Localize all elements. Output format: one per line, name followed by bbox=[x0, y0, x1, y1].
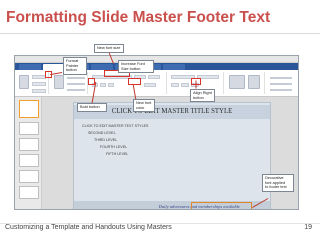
layout-thumbnail[interactable] bbox=[19, 186, 39, 199]
window-title-bar bbox=[15, 56, 298, 63]
callout-new-font-color: New font color bbox=[133, 99, 155, 112]
align-left-button[interactable] bbox=[171, 83, 179, 87]
title-divider bbox=[0, 33, 320, 34]
master-thumbnail[interactable] bbox=[19, 100, 39, 118]
paste-icon[interactable] bbox=[19, 75, 29, 89]
arrange-icon[interactable] bbox=[248, 75, 260, 89]
powerpoint-screenshot: CLICK TO EDIT MASTER TITLE STYLE CLICK T… bbox=[14, 55, 299, 210]
center-button[interactable] bbox=[181, 83, 189, 87]
slide-thumbnail-pane bbox=[15, 97, 42, 209]
layout-thumbnail[interactable] bbox=[19, 154, 39, 167]
slide-title: Formatting Slide Master Footer Text bbox=[6, 9, 271, 26]
text-level-4: FOURTH LEVEL bbox=[100, 145, 128, 149]
format-painter-button[interactable] bbox=[32, 89, 46, 93]
slide-master[interactable]: CLICK TO EDIT MASTER TITLE STYLE CLICK T… bbox=[73, 102, 271, 209]
callout-increase-font-size: Increase Font Size button bbox=[118, 60, 154, 73]
layout-button[interactable] bbox=[67, 77, 85, 79]
text-level-3: THIRD LEVEL bbox=[94, 138, 118, 142]
ribbon-tab-strip bbox=[15, 63, 298, 70]
slides-group bbox=[50, 72, 88, 94]
find-button[interactable] bbox=[270, 77, 292, 79]
reset-button[interactable] bbox=[67, 83, 85, 85]
callout-align-right: Align Right button bbox=[190, 89, 215, 102]
underline-button[interactable] bbox=[108, 83, 114, 87]
copy-button[interactable] bbox=[32, 82, 46, 86]
slide-editing-area: CLICK TO EDIT MASTER TITLE STYLE CLICK T… bbox=[42, 97, 298, 209]
clipboard-group bbox=[15, 72, 49, 94]
callout-new-font-size: New font size bbox=[94, 44, 124, 53]
text-level-1: CLICK TO EDIT MASTER TEXT STYLES bbox=[82, 124, 149, 128]
layout-thumbnail[interactable] bbox=[19, 138, 39, 151]
callout-decorative-font: Decorative font applied to footer text bbox=[262, 174, 294, 192]
leader-line bbox=[195, 80, 197, 89]
layout-thumbnail[interactable] bbox=[19, 170, 39, 183]
shapes-icon[interactable] bbox=[229, 75, 245, 89]
footer-highlight bbox=[191, 202, 252, 209]
text-level-2: SECOND LEVEL bbox=[88, 131, 116, 135]
text-level-5: FIFTH LEVEL bbox=[106, 152, 129, 156]
ribbon-body bbox=[15, 70, 298, 97]
select-button[interactable] bbox=[270, 89, 292, 91]
italic-button[interactable] bbox=[100, 83, 106, 87]
drawing-group bbox=[225, 72, 265, 94]
section-button[interactable] bbox=[67, 89, 85, 91]
font-color-highlight bbox=[128, 78, 141, 85]
page-number: 19 bbox=[304, 224, 312, 231]
editing-group bbox=[266, 72, 298, 94]
cut-button[interactable] bbox=[32, 75, 46, 79]
layout-thumbnail[interactable] bbox=[19, 122, 39, 135]
callout-format-painter: Format Painter button bbox=[63, 57, 87, 75]
replace-button[interactable] bbox=[270, 83, 292, 85]
callout-bold: Bold button bbox=[77, 103, 107, 112]
new-slide-icon[interactable] bbox=[54, 75, 64, 89]
font-color-button[interactable] bbox=[144, 83, 156, 87]
increase-font-size-button[interactable] bbox=[148, 75, 160, 79]
slide-footer-text: Customizing a Template and Handouts Usin… bbox=[5, 224, 172, 231]
